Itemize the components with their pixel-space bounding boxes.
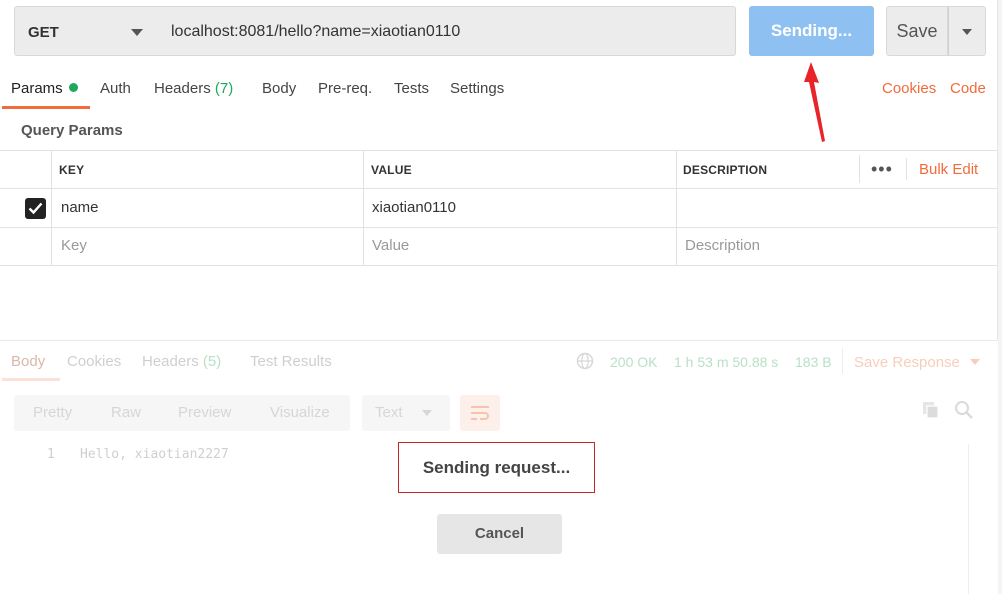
globe-icon[interactable] (576, 352, 594, 370)
line-number: 1 (47, 447, 55, 462)
chevron-down-icon (970, 359, 981, 365)
format-select[interactable]: Text (362, 395, 450, 431)
tab-params-label: Params (11, 80, 63, 97)
bulk-edit-link[interactable]: Bulk Edit (919, 161, 978, 178)
sending-request-message: Sending request... (398, 442, 595, 493)
cancel-request-button[interactable]: Cancel (437, 514, 562, 554)
wrap-lines-icon (471, 406, 489, 420)
code-link[interactable]: Code (950, 80, 986, 97)
column-header-key: KEY (59, 163, 85, 177)
format-select-label: Text (375, 404, 403, 421)
method-label: GET (28, 24, 59, 41)
more-options-icon[interactable]: ••• (871, 159, 893, 180)
response-tab-cookies[interactable]: Cookies (67, 353, 121, 370)
param-value-cell[interactable]: xiaotian0110 (372, 199, 456, 216)
url-input[interactable]: localhost:8081/hello?name=xiaotian0110 (157, 6, 736, 56)
tab-prereq[interactable]: Pre-req. (318, 80, 372, 97)
save-dropdown-button[interactable] (948, 6, 986, 56)
new-description-input[interactable]: Description (685, 237, 760, 254)
response-time: 1 h 53 m 50.88 s (674, 354, 779, 370)
active-dot-icon (68, 83, 78, 92)
save-response-label: Save Response (854, 354, 960, 371)
tab-tests[interactable]: Tests (394, 80, 429, 97)
response-size: 183 B (795, 354, 832, 370)
cookies-link[interactable]: Cookies (882, 80, 936, 97)
side-strip (998, 0, 1002, 594)
checkmark-icon (28, 202, 43, 215)
chevron-down-icon (131, 29, 143, 36)
copy-icon[interactable] (921, 400, 941, 420)
tab-body[interactable]: Body (262, 80, 296, 97)
tab-params[interactable]: Params (11, 80, 78, 97)
tab-settings[interactable]: Settings (450, 80, 504, 97)
response-tab-headers-label: Headers (142, 353, 199, 370)
param-key-cell[interactable]: name (61, 199, 99, 216)
params-table (0, 150, 998, 266)
new-key-input[interactable]: Key (61, 237, 87, 254)
view-visualize-button[interactable]: Visualize (270, 404, 330, 421)
annotation-arrow (804, 62, 825, 142)
response-scrollbar[interactable] (968, 444, 969, 594)
tab-headers[interactable]: Headers (7) (154, 80, 233, 97)
method-select[interactable]: GET (14, 6, 158, 56)
response-tab-headers[interactable]: Headers (5) (142, 353, 221, 370)
response-tab-test-results[interactable]: Test Results (250, 353, 332, 370)
view-pretty-button[interactable]: Pretty (33, 404, 72, 421)
chevron-down-icon (962, 29, 972, 35)
response-active-tab-indicator (2, 378, 60, 381)
tab-headers-label: Headers (154, 80, 211, 97)
save-response-button[interactable]: Save Response (854, 354, 981, 371)
response-tab-body[interactable]: Body (11, 353, 45, 370)
headers-count: (7) (214, 80, 234, 97)
response-status: 200 OK (610, 354, 658, 370)
view-preview-button[interactable]: Preview (178, 404, 231, 421)
chevron-down-icon (422, 410, 432, 416)
tab-auth[interactable]: Auth (100, 80, 131, 97)
new-value-input[interactable]: Value (372, 237, 409, 254)
status-divider (842, 348, 843, 374)
send-button[interactable]: Sending... (749, 6, 874, 56)
response-headers-count: (5) (202, 353, 222, 370)
column-header-description: DESCRIPTION (683, 163, 768, 177)
column-header-value: VALUE (371, 163, 412, 177)
save-button[interactable]: Save (886, 6, 948, 56)
view-raw-button[interactable]: Raw (111, 404, 141, 421)
response-divider (0, 340, 998, 341)
active-tab-indicator (2, 106, 90, 109)
response-body-text: Hello, xiaotian2227 (80, 447, 229, 462)
search-icon[interactable] (954, 400, 974, 420)
param-enabled-checkbox[interactable] (25, 198, 46, 219)
wrap-lines-button[interactable] (460, 395, 500, 431)
query-params-title: Query Params (21, 122, 123, 139)
